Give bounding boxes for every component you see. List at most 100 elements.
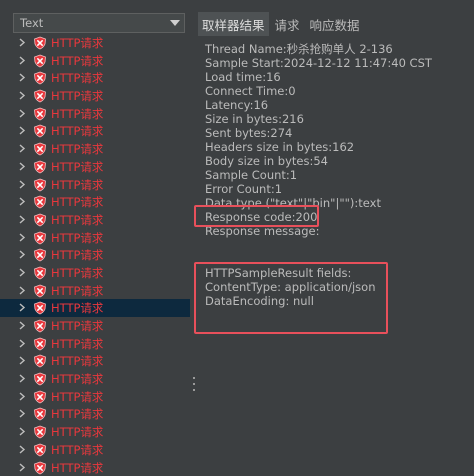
tree-item[interactable]: HTTP请求 — [0, 246, 190, 264]
panel-splitter[interactable] — [190, 0, 198, 476]
tree-item[interactable]: HTTP请求 — [0, 140, 190, 158]
tree-item[interactable]: HTTP请求 — [0, 176, 190, 194]
tree-item[interactable]: HTTP请求 — [0, 229, 190, 247]
chevron-right-icon[interactable] — [18, 339, 26, 348]
error-shield-icon — [34, 195, 46, 209]
tree-item-label: HTTP请求 — [51, 354, 104, 369]
error-shield-icon — [34, 231, 46, 244]
tree-item[interactable]: HTTP请求 — [0, 370, 190, 388]
tree-item-label: HTTP请求 — [51, 460, 104, 475]
tree-item[interactable]: HTTP请求 — [0, 122, 190, 140]
tree-item[interactable]: HTTP请求 — [0, 299, 190, 317]
chevron-right-icon[interactable] — [18, 38, 26, 47]
chevron-right-icon[interactable] — [18, 250, 26, 259]
error-shield-icon — [34, 107, 46, 121]
render-type-select[interactable]: Text — [13, 13, 185, 33]
error-shield-icon — [34, 408, 46, 421]
tree-item[interactable]: HTTP请求 — [0, 158, 190, 176]
tree-item-label: HTTP请求 — [51, 301, 104, 316]
chevron-right-icon[interactable] — [18, 91, 26, 100]
chevron-right-icon[interactable] — [18, 233, 26, 242]
tree-item[interactable]: HTTP请求 — [0, 264, 190, 282]
chevron-right-icon[interactable] — [18, 303, 26, 312]
chevron-right-icon[interactable] — [18, 286, 26, 295]
tab-request[interactable]: 请求 — [271, 12, 304, 36]
connect-time: Connect Time:0 — [205, 84, 296, 98]
sample-count: Sample Count:1 — [205, 168, 298, 182]
error-shield-icon — [34, 284, 46, 298]
chevron-right-icon[interactable] — [18, 73, 26, 82]
chevron-right-icon[interactable] — [18, 462, 26, 472]
chevron-right-icon[interactable] — [18, 179, 26, 189]
error-shield-icon — [34, 337, 46, 351]
chevron-right-icon[interactable] — [18, 445, 26, 454]
tree-item[interactable]: HTTP请求 — [0, 352, 190, 370]
tree-item[interactable]: HTTP请求 — [0, 388, 190, 406]
error-shield-icon — [34, 266, 46, 280]
tab-response-data[interactable]: 响应数据 — [306, 12, 364, 36]
chevron-right-icon[interactable] — [18, 56, 26, 65]
tree-item[interactable]: HTTP请求 — [0, 211, 190, 229]
chevron-right-icon[interactable] — [18, 197, 26, 206]
tree-item-label: HTTP请求 — [51, 230, 104, 245]
chevron-right-icon[interactable] — [18, 409, 26, 418]
chevron-right-icon[interactable] — [18, 392, 26, 401]
tree-item-label: HTTP请求 — [51, 407, 104, 422]
tree-item[interactable]: HTTP请求 — [0, 423, 190, 441]
tree-item-label: HTTP请求 — [51, 372, 104, 387]
error-shield-icon — [34, 319, 46, 333]
error-shield-icon — [34, 301, 46, 315]
tree-item-label: HTTP请求 — [51, 389, 104, 404]
thread-name: Thread Name:秒杀抢购单人 2-136 — [205, 42, 393, 56]
error-shield-icon — [34, 178, 46, 191]
tree-item-label: HTTP请求 — [51, 124, 104, 139]
chevron-right-icon[interactable] — [18, 356, 26, 365]
tree-item[interactable]: HTTP请求 — [0, 105, 190, 123]
error-shield-icon — [34, 425, 46, 439]
tree-item-label: HTTP请求 — [51, 195, 104, 210]
tree-item[interactable]: HTTP请求 — [0, 87, 190, 105]
error-shield-icon — [34, 160, 46, 174]
result-detail-panel: 取样器结果 请求 响应数据 Thread Name:秒杀抢购单人 2-136 S… — [198, 0, 474, 476]
error-shield-icon — [34, 36, 46, 50]
tree-item-label: HTTP请求 — [51, 442, 104, 457]
chevron-right-icon[interactable] — [18, 268, 26, 277]
chevron-down-icon[interactable] — [170, 20, 180, 26]
tree-item[interactable]: HTTP请求 — [0, 34, 190, 52]
headers-size: Headers size in bytes:162 — [205, 140, 355, 154]
sample-tree: HTTP请求 HTTP请求 HTTP请求 HTTP请求 HTTP请求 HTTP请求 HTTP… — [0, 34, 190, 476]
tree-item-label: HTTP请求 — [51, 53, 104, 68]
tree-item[interactable]: HTTP请求 — [0, 459, 190, 476]
error-shield-icon — [34, 142, 46, 156]
tree-item-label: HTTP请求 — [51, 159, 104, 174]
tree-item[interactable]: HTTP请求 — [0, 69, 190, 87]
chevron-right-icon[interactable] — [18, 109, 26, 118]
response-code-highlight — [194, 205, 319, 227]
size-in-bytes: Size in bytes:216 — [205, 112, 304, 126]
body-size: Body size in bytes:54 — [205, 154, 328, 168]
chevron-right-icon[interactable] — [18, 162, 26, 171]
chevron-right-icon[interactable] — [18, 215, 26, 224]
fields-highlight — [194, 262, 388, 334]
tree-item[interactable]: HTTP请求 — [0, 441, 190, 459]
tree-item-label: HTTP请求 — [51, 177, 104, 192]
error-shield-icon — [34, 125, 46, 138]
chevron-right-icon[interactable] — [18, 321, 26, 330]
tree-item[interactable]: HTTP请求 — [0, 193, 190, 211]
tree-item[interactable]: HTTP请求 — [0, 335, 190, 353]
tree-item[interactable]: HTTP请求 — [0, 405, 190, 423]
result-tabs: 取样器结果 请求 响应数据 — [198, 12, 474, 36]
chevron-right-icon[interactable] — [18, 374, 26, 383]
tree-item-label: HTTP请求 — [51, 319, 104, 333]
tab-sampler-result[interactable]: 取样器结果 — [198, 12, 269, 36]
chevron-right-icon[interactable] — [18, 126, 26, 135]
tree-item[interactable]: HTTP请求 — [0, 52, 190, 70]
tree-item[interactable]: HTTP请求 — [0, 282, 190, 300]
chevron-right-icon[interactable] — [18, 144, 26, 153]
sent-bytes: Sent bytes:274 — [205, 126, 293, 140]
error-shield-icon — [34, 443, 46, 457]
splitter-grip-icon[interactable] — [193, 377, 195, 391]
tree-item[interactable]: HTTP请求 — [0, 317, 190, 335]
error-shield-icon — [34, 248, 46, 262]
chevron-right-icon[interactable] — [18, 427, 26, 436]
